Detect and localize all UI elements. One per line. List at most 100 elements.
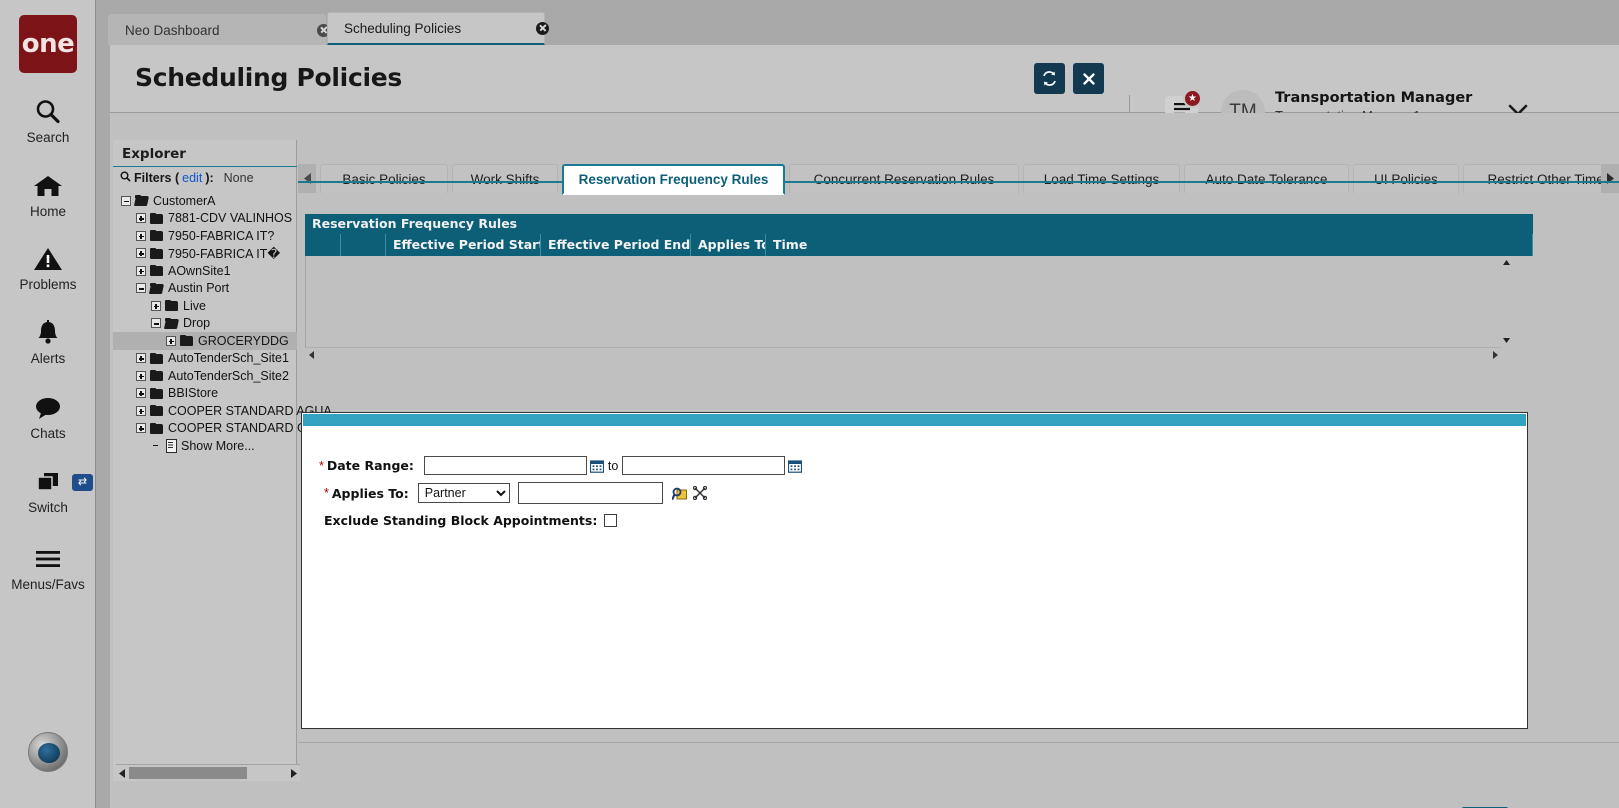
close-icon[interactable] [299, 23, 330, 37]
browser-tab-strip: Neo Dashboard Scheduling Policies [96, 0, 1619, 45]
tab-auto-date-tolerance[interactable]: Auto Date Tolerance [1184, 164, 1349, 193]
expand-plus-icon[interactable] [136, 265, 146, 276]
tab-work-shifts[interactable]: Work Shifts [452, 164, 558, 193]
tree-node-cooper-standard-agua[interactable]: COOPER STANDARD AGUA [113, 402, 332, 420]
tree-node-drop[interactable]: Drop [113, 315, 297, 333]
collapse-minus-icon[interactable] [121, 195, 131, 206]
globe-avatar-icon[interactable] [28, 732, 68, 772]
tree-node-autotendersch-site2[interactable]: AutoTenderSch_Site2 [113, 367, 297, 385]
sidebar-label-problems: Problems [19, 277, 77, 292]
date-range-start-input[interactable] [423, 456, 587, 475]
grid-col-blank[interactable] [341, 234, 386, 256]
browser-tab-neo-dashboard[interactable]: Neo Dashboard [108, 14, 330, 45]
calendar-icon[interactable] [589, 459, 604, 473]
expand-plus-icon[interactable] [136, 423, 146, 434]
filters-edit-link[interactable]: edit [182, 171, 202, 185]
sidebar-item-menus-favs[interactable]: Menus/Favs [0, 543, 96, 592]
close-button[interactable] [1073, 63, 1104, 94]
tab-concurrent-reservation-rules[interactable]: Concurrent Reservation Rules [789, 164, 1019, 193]
applies-to-row: * Applies To: Partner [324, 482, 707, 504]
tree-node-cooper-standard-gold[interactable]: COOPER STANDARD GOLD [113, 420, 332, 438]
tree-node-austin-port[interactable]: Austin Port [113, 280, 297, 298]
expand-plus-icon[interactable] [136, 230, 146, 241]
applies-to-select[interactable]: Partner [417, 483, 510, 503]
one-logo-text: one [21, 29, 75, 59]
tab-label: Work Shifts [470, 171, 540, 187]
grid-col-applies-to[interactable]: Applies To [691, 234, 766, 256]
grid-col-blank[interactable] [305, 234, 341, 256]
sidebar-item-alerts[interactable]: Alerts [0, 317, 96, 366]
scroll-up-icon[interactable] [1498, 256, 1514, 269]
scroll-left-icon[interactable] [116, 765, 129, 782]
tree-node-aownsite1[interactable]: AOwnSite1 [113, 262, 297, 280]
sidebar-item-home[interactable]: Home [0, 170, 96, 219]
browser-tab-label: Neo Dashboard [125, 22, 220, 38]
footer-divider [298, 742, 1619, 743]
expand-plus-icon[interactable] [136, 213, 146, 224]
policy-tab-bar: Basic Policies Work Shifts Reservation Fre… [298, 152, 1619, 195]
tree-node-live[interactable]: Live [113, 297, 297, 315]
home-icon [33, 170, 63, 202]
one-logo[interactable]: one [19, 15, 77, 73]
expand-plus-icon[interactable] [136, 405, 146, 416]
tree-node-7881-cdv-valinhos[interactable]: 7881-CDV VALINHOS [113, 210, 297, 228]
date-range-row: * Date Range: to [319, 456, 803, 475]
search-icon [120, 171, 131, 185]
tab-reservation-frequency-rules[interactable]: Reservation Frequency Rules [562, 164, 785, 195]
switch-badge-icon[interactable]: ⇄ [72, 474, 93, 491]
tab-basic-policies[interactable]: Basic Policies [320, 164, 448, 193]
grid-col-time[interactable]: Time [766, 234, 1533, 256]
explorer-scroll-thumb[interactable] [129, 767, 247, 779]
exclude-standing-block-checkbox[interactable] [604, 514, 618, 527]
folder-icon [150, 387, 164, 399]
tree-node-bbistore[interactable]: BBIStore [113, 385, 297, 403]
required-asterisk: * [319, 458, 324, 473]
close-icon[interactable] [518, 21, 549, 35]
refresh-button[interactable] [1034, 63, 1065, 94]
tab-load-time-settings[interactable]: Load Time Settings [1023, 164, 1180, 193]
calendar-icon[interactable] [788, 459, 803, 473]
folder-icon [150, 212, 164, 224]
browser-tab-scheduling-policies[interactable]: Scheduling Policies [327, 12, 549, 45]
applies-to-value-input[interactable] [517, 482, 663, 504]
explorer-panel: Explorer Filters (edit): None CustomerA 7… [113, 140, 332, 781]
folder-icon [150, 352, 164, 364]
exclude-standing-block-label: Exclude Standing Block Appointments: [324, 513, 598, 528]
tree-node-show-more[interactable]: Show More... [113, 437, 297, 455]
collapse-minus-icon[interactable] [151, 318, 161, 329]
grid-col-effective-period-end-date[interactable]: Effective Period End Date [541, 234, 691, 256]
date-range-end-input[interactable] [622, 456, 786, 475]
tree-node-label: Live [183, 298, 206, 313]
tab-restrict-other-times[interactable]: Restrict Other Times [1463, 164, 1619, 193]
left-nav-rail: one Search Home Problems Alerts Chats Sw… [0, 0, 96, 808]
tree-node-7950-fabrica-it[interactable]: 7950-FABRICA IT� [113, 245, 297, 263]
grid-vertical-scrollbar[interactable] [1498, 256, 1514, 347]
app-root: one Search Home Problems Alerts Chats Sw… [0, 0, 1619, 808]
expand-plus-icon[interactable] [136, 388, 146, 399]
tree-node-customera[interactable]: CustomerA [113, 192, 297, 210]
scroll-right-icon[interactable] [1488, 346, 1501, 363]
expand-plus-icon[interactable] [136, 353, 146, 364]
sidebar-item-chats[interactable]: Chats [0, 392, 96, 441]
expand-plus-icon[interactable] [136, 370, 146, 381]
expand-plus-icon[interactable] [166, 335, 176, 346]
sidebar-item-problems[interactable]: Problems [0, 243, 96, 292]
tree-node-autotendersch-site1[interactable]: AutoTenderSch_Site1 [113, 350, 297, 368]
grid-horizontal-scrollbar[interactable] [305, 347, 1501, 361]
tree-node-7950-fabrica-it[interactable]: 7950-FABRICA IT? [113, 227, 297, 245]
expand-plus-icon[interactable] [136, 248, 146, 259]
clear-x-icon[interactable] [692, 485, 707, 501]
tab-ui-policies[interactable]: UI Policies [1353, 164, 1459, 193]
explorer-hscrollbar[interactable] [116, 764, 300, 781]
scroll-left-icon[interactable] [305, 346, 318, 363]
grid-col-effective-period-start-date[interactable]: Effective Period Start Date [386, 234, 541, 256]
tab-scroll-right-button[interactable] [1601, 164, 1619, 193]
tree-node-groceryddg[interactable]: GROCERYDDG [113, 332, 297, 350]
tab-scroll-left-button[interactable] [298, 164, 316, 193]
sidebar-item-search[interactable]: Search [0, 96, 96, 145]
close-x-icon [1082, 72, 1096, 86]
collapse-minus-icon[interactable] [136, 283, 146, 294]
search-lookup-icon[interactable] [671, 486, 688, 501]
sidebar-label-alerts: Alerts [30, 351, 66, 366]
expand-plus-icon[interactable] [151, 300, 161, 311]
